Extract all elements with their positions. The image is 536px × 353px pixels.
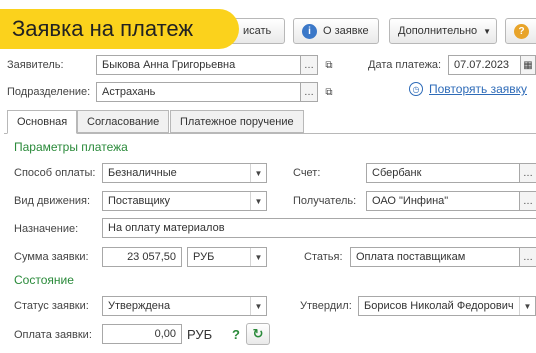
currency-value: РУБ: [193, 251, 215, 263]
approved-by-select[interactable]: Борисов Николай Федорович ▼: [358, 296, 536, 316]
payment-method-value: Безналичные: [108, 167, 177, 179]
payment-currency: РУБ: [187, 327, 213, 342]
payment-params-title: Параметры платежа: [14, 140, 128, 154]
amount-label: Сумма заявки:: [14, 251, 89, 263]
status-select[interactable]: Утверждена ▼: [102, 296, 267, 316]
tab-approval[interactable]: Согласование: [77, 110, 170, 133]
question-icon: ?: [514, 23, 529, 39]
account-select-button[interactable]: …: [519, 163, 536, 183]
status-section-title: Состояние: [14, 273, 74, 287]
applicant-label: Заявитель:: [7, 59, 64, 71]
recipient-select-button[interactable]: …: [519, 191, 536, 211]
approved-by-label: Утвердил:: [300, 300, 352, 312]
chevron-down-icon: ▼: [250, 248, 266, 266]
status-value: Утверждена: [108, 300, 171, 312]
help-button[interactable]: ?: [505, 18, 536, 44]
payment-date-label: Дата платежа:: [368, 59, 442, 71]
purpose-value: На оплату материалов: [108, 222, 225, 234]
chevron-down-icon: ▼: [250, 164, 266, 182]
tabs-divider: [4, 133, 536, 134]
tab-payment-order-label: Платежное поручение: [180, 115, 294, 128]
more-button-label: Дополнительно: [398, 25, 478, 37]
payment-amount-label: Оплата заявки:: [14, 329, 92, 341]
payment-amount-field: 0,00: [102, 324, 182, 344]
amount-field[interactable]: 23 057,50: [102, 247, 182, 267]
movement-type-value: Поставщику: [108, 195, 171, 207]
account-value: Сбербанк: [372, 167, 422, 179]
recipient-label: Получатель:: [293, 195, 357, 207]
applicant-select-button[interactable]: …: [300, 55, 318, 75]
tab-main[interactable]: Основная: [7, 110, 78, 134]
department-open-icon[interactable]: ⧉: [320, 82, 338, 102]
movement-type-select[interactable]: Поставщику ▼: [102, 191, 267, 211]
window-title: Заявка на платеж: [0, 9, 239, 49]
payment-method-label: Способ оплаты:: [14, 167, 96, 179]
chevron-down-icon: ▼: [483, 26, 492, 36]
status-label: Статус заявки:: [14, 300, 89, 312]
payment-date-value: 07.07.2023: [454, 59, 510, 71]
window-title-text: Заявка на платеж: [12, 16, 194, 41]
applicant-value: Быкова Анна Григорьевна: [102, 59, 236, 71]
approved-by-value: Борисов Николай Федорович: [364, 300, 514, 312]
refresh-icon: ↻: [252, 326, 264, 341]
article-field[interactable]: Оплата поставщикам: [350, 247, 520, 267]
account-field[interactable]: Сбербанк: [366, 163, 520, 183]
article-value: Оплата поставщикам: [356, 251, 466, 263]
department-field[interactable]: Астрахань: [96, 82, 301, 102]
applicant-field[interactable]: Быкова Анна Григорьевна: [96, 55, 301, 75]
department-value: Астрахань: [102, 86, 156, 98]
payment-amount-value: 0,00: [154, 328, 176, 340]
movement-type-label: Вид движения:: [14, 195, 91, 207]
calendar-icon[interactable]: ▦: [520, 55, 536, 75]
tab-payment-order[interactable]: Платежное поручение: [170, 110, 304, 133]
tab-main-label: Основная: [17, 116, 68, 128]
chevron-down-icon: ▼: [250, 192, 266, 210]
chevron-down-icon: ▼: [519, 297, 535, 315]
article-select-button[interactable]: …: [519, 247, 536, 267]
article-label: Статья:: [304, 251, 343, 263]
account-label: Счет:: [293, 167, 321, 179]
clock-icon: ◷: [409, 82, 423, 96]
purpose-label: Назначение:: [14, 223, 79, 235]
amount-value: 23 057,50: [127, 251, 176, 263]
write-button-label: исать: [243, 25, 272, 37]
recipient-field[interactable]: ОАО "Инфина": [366, 191, 520, 211]
department-label: Подразделение:: [7, 86, 91, 98]
payment-date-field[interactable]: 07.07.2023: [448, 55, 521, 75]
about-button-label: О заявке: [323, 25, 369, 37]
purpose-field[interactable]: На оплату материалов: [102, 218, 536, 238]
refresh-button[interactable]: ↻: [246, 323, 270, 345]
chevron-down-icon: ▼: [250, 297, 266, 315]
applicant-open-icon[interactable]: ⧉: [320, 55, 338, 75]
question-icon[interactable]: ?: [232, 327, 240, 342]
repeat-request-link[interactable]: Повторять заявку: [429, 82, 527, 96]
info-icon: i: [302, 23, 317, 39]
payment-method-select[interactable]: Безналичные ▼: [102, 163, 267, 183]
about-button[interactable]: i О заявке: [293, 18, 379, 44]
more-button[interactable]: Дополнительно ▼: [389, 18, 497, 44]
currency-select[interactable]: РУБ ▼: [187, 247, 267, 267]
tab-approval-label: Согласование: [87, 115, 160, 128]
recipient-value: ОАО "Инфина": [372, 195, 449, 207]
department-select-button[interactable]: …: [300, 82, 318, 102]
